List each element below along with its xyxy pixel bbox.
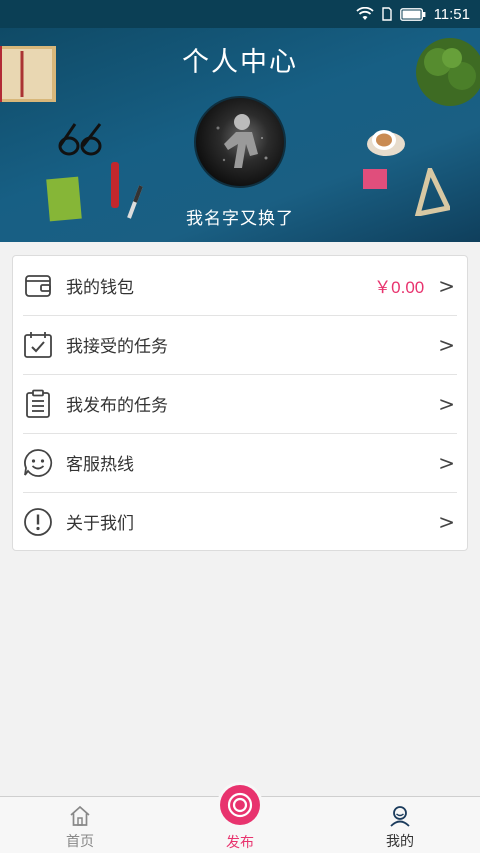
chevron-right-icon: >	[438, 332, 455, 357]
smiley-icon	[23, 448, 53, 478]
menu-label-customer-service: 客服热线	[66, 455, 134, 474]
nav-publish-label: 发布	[226, 834, 254, 850]
home-icon	[69, 805, 91, 827]
chevron-right-icon: >	[438, 509, 455, 534]
nav-mine-label: 我的	[386, 833, 414, 849]
pink-note-decoration	[363, 169, 387, 189]
menu-item-accepted-tasks[interactable]: 我接受的任务 >	[13, 315, 467, 374]
bottom-nav: 首页 发布 我的	[0, 785, 480, 853]
status-time: 11:51	[433, 5, 470, 23]
wallet-balance: ￥0.00	[374, 278, 425, 297]
menu-label-published-tasks: 我发布的任务	[66, 396, 168, 415]
menu-label-about-us: 关于我们	[66, 514, 134, 533]
menu-card: 我的钱包 ￥0.00 > 我接受的任务 > 我发布的任务 > 客服热线 > 关于…	[12, 255, 468, 551]
profile-header: 个人中心 我名字又换了	[0, 28, 480, 242]
info-icon	[23, 507, 53, 537]
nav-home-label: 首页	[66, 833, 94, 849]
user-icon	[389, 805, 411, 827]
battery-icon	[399, 7, 425, 21]
menu-label-wallet: 我的钱包	[66, 278, 134, 297]
menu-item-wallet[interactable]: 我的钱包 ￥0.00 >	[13, 256, 467, 315]
chevron-right-icon: >	[438, 450, 455, 475]
calendar-check-icon	[23, 330, 53, 360]
chevron-right-icon: >	[438, 273, 455, 298]
avatar[interactable]	[194, 96, 286, 188]
menu-item-about-us[interactable]: 关于我们 >	[13, 492, 467, 551]
menu-label-accepted-tasks: 我接受的任务	[66, 337, 168, 356]
chevron-right-icon: >	[438, 391, 455, 416]
nav-home[interactable]: 首页	[0, 797, 160, 853]
glasses-decoration	[58, 123, 102, 156]
status-bar: 11:51	[0, 0, 480, 28]
avatar-image	[216, 114, 268, 168]
wifi-icon	[355, 7, 374, 20]
clipboard-icon	[23, 389, 53, 419]
wallet-icon	[23, 271, 53, 301]
page-title: 个人中心	[182, 47, 298, 77]
coffee-cup-decoration	[367, 130, 405, 156]
nav-mine[interactable]: 我的	[320, 797, 480, 853]
sim-icon	[381, 7, 392, 21]
menu-item-published-tasks[interactable]: 我发布的任务 >	[13, 374, 467, 433]
menu-item-customer-service[interactable]: 客服热线 >	[13, 433, 467, 492]
publish-icon	[220, 785, 260, 825]
nav-publish[interactable]: 发布	[160, 785, 320, 853]
username: 我名字又换了	[186, 209, 294, 228]
